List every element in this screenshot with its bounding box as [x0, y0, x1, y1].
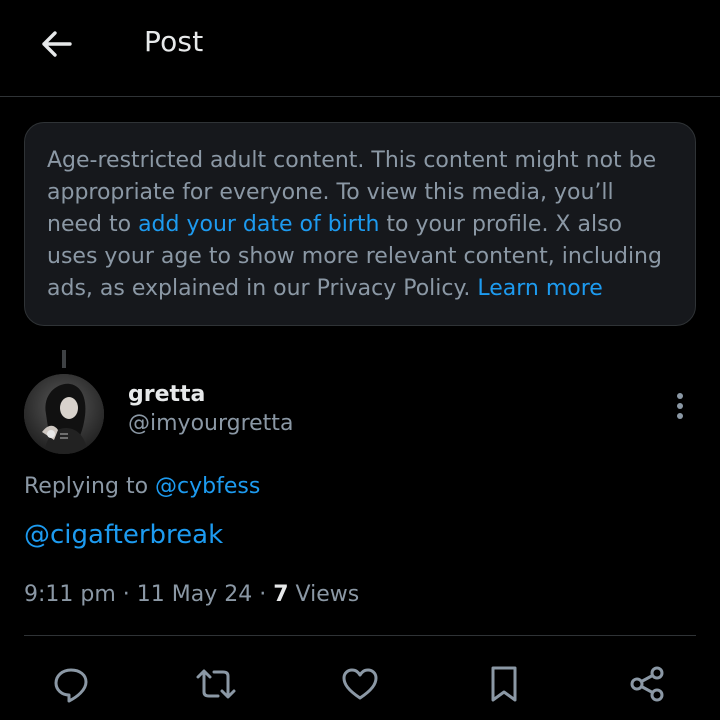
page-title: Post	[144, 25, 204, 58]
post-text-mention-link[interactable]: @cigafterbreak	[24, 520, 223, 550]
add-date-of-birth-link[interactable]: add your date of birth	[138, 212, 379, 237]
share-icon	[630, 666, 664, 702]
learn-more-link[interactable]: Learn more	[477, 276, 602, 301]
bookmark-icon	[491, 666, 517, 702]
post-date[interactable]: 11 May 24	[137, 582, 252, 607]
meta-separator: ·	[252, 582, 274, 607]
avatar-image	[24, 374, 104, 454]
meta-separator: ·	[115, 582, 137, 607]
more-options-button[interactable]	[664, 390, 696, 422]
divider	[24, 635, 696, 636]
avatar[interactable]	[24, 374, 104, 454]
views-label: Views	[288, 582, 360, 607]
thread-connector-line	[62, 350, 66, 368]
more-vertical-icon	[677, 393, 683, 419]
replying-to-handle-link[interactable]: @cybfess	[155, 474, 260, 499]
share-button[interactable]	[625, 662, 669, 706]
repost-icon	[196, 669, 236, 699]
post-metadata: 9:11 pm · 11 May 24 · 7 Views	[24, 582, 359, 607]
repost-button[interactable]	[194, 662, 238, 706]
post-time[interactable]: 9:11 pm	[24, 582, 116, 607]
views-count: 7	[273, 582, 289, 607]
user-handle[interactable]: @imyourgretta	[128, 411, 293, 436]
reply-icon	[54, 668, 88, 703]
bookmark-button[interactable]	[482, 662, 526, 706]
age-restriction-notice: Age-restricted adult content. This conte…	[24, 122, 696, 326]
reply-button[interactable]	[49, 662, 93, 706]
heart-icon	[342, 668, 378, 700]
back-button[interactable]	[32, 20, 80, 68]
display-name[interactable]: gretta	[128, 382, 205, 407]
replying-to: Replying to @cybfess	[24, 474, 260, 499]
like-button[interactable]	[338, 662, 382, 706]
top-bar: Post	[0, 0, 720, 97]
replying-to-label: Replying to	[24, 474, 156, 499]
arrow-left-icon	[42, 31, 72, 57]
